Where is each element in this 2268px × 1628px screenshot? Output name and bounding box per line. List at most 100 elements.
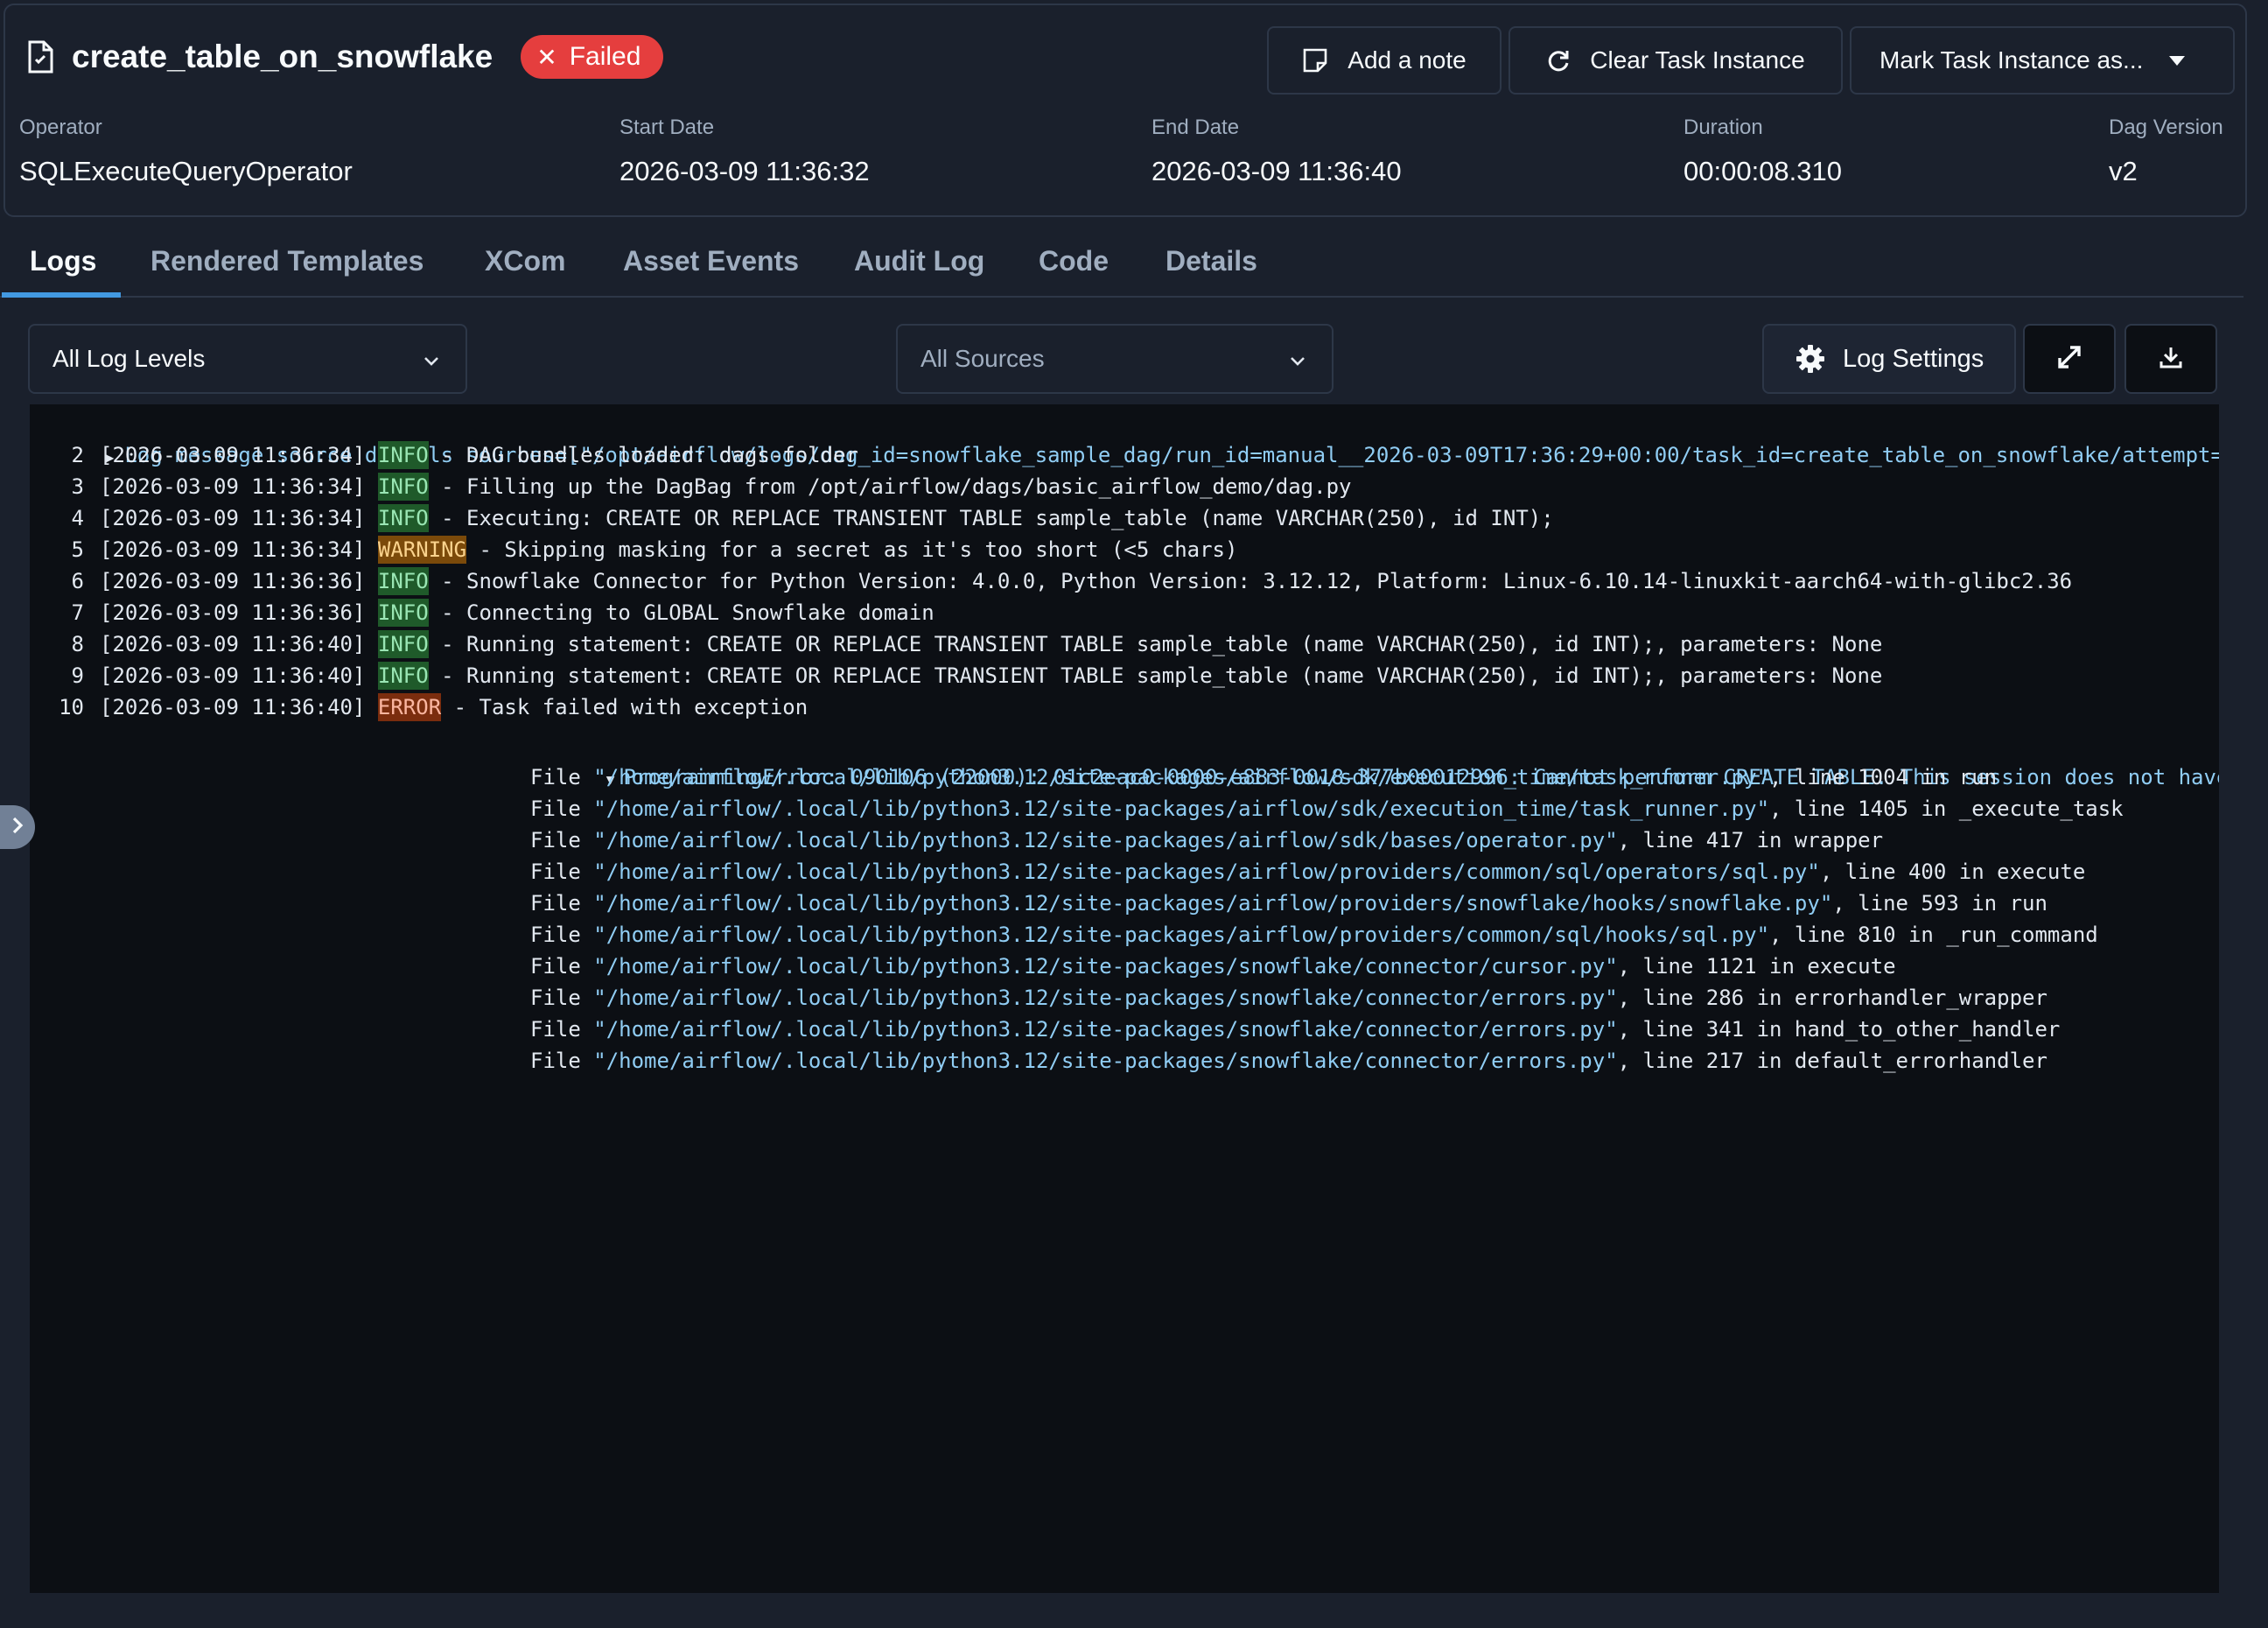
tab-xcom[interactable]: XCom xyxy=(485,245,565,277)
chevron-down-icon xyxy=(1288,348,1307,376)
tab-code[interactable]: Code xyxy=(1039,245,1109,277)
status-label: Failed xyxy=(569,42,641,71)
traceback-path: "/home/airflow/.local/lib/python3.12/sit… xyxy=(593,828,1618,853)
log-source-details[interactable]: ▶ Log message source details sources=["/o… xyxy=(30,408,2219,467)
file-icon xyxy=(26,39,54,74)
traceback-location: , line 810 in _run_command xyxy=(1769,923,2098,947)
log-message: - Filling up the DagBag from /opt/airflo… xyxy=(428,474,1352,499)
file-keyword: File xyxy=(530,923,594,947)
traceback-frame: File "/home/airflow/.local/lib/python3.1… xyxy=(530,888,2048,919)
log-level-value: All Log Levels xyxy=(52,345,206,372)
add-note-label: Add a note xyxy=(1348,46,1466,74)
log-source-select[interactable]: All Sources xyxy=(896,324,1334,394)
mark-task-instance-dropdown[interactable]: Mark Task Instance as... xyxy=(1850,26,2235,95)
traceback-location: , line 286 in errorhandler_wrapper xyxy=(1617,986,2048,1010)
traceback-path: "/home/airflow/.local/lib/python3.12/sit… xyxy=(593,1049,1618,1073)
log-line: 8 [2026-03-09 11:36:40] INFO - Running st… xyxy=(30,628,1882,660)
file-keyword: File xyxy=(530,765,594,789)
file-keyword: File xyxy=(530,954,594,979)
line-number: 6 xyxy=(71,569,84,593)
traceback-path: "/home/airflow/.local/lib/python3.12/sit… xyxy=(593,765,1770,789)
log-timestamp: [2026-03-09 11:36:40] xyxy=(100,695,366,719)
log-timestamp: [2026-03-09 11:36:40] xyxy=(100,663,366,688)
traceback-location: , line 341 in hand_to_other_handler xyxy=(1617,1017,2061,1042)
expand-icon xyxy=(2055,343,2083,375)
log-line: 3 [2026-03-09 11:36:34] INFO - Filling up… xyxy=(30,471,1351,502)
line-number: 5 xyxy=(71,537,84,562)
task-instance-page: create_table_on_snowflake ✕ Failed Add a… xyxy=(0,0,2268,1628)
log-timestamp: [2026-03-09 11:36:34] xyxy=(100,474,366,499)
log-viewer: ▶ Log message source details sources=["/o… xyxy=(30,404,2219,1593)
end-date-value: 2026-03-09 11:36:40 xyxy=(1152,156,1402,186)
log-level-badge: INFO xyxy=(377,504,429,532)
duration-label: Duration xyxy=(1684,116,1763,139)
close-icon: ✕ xyxy=(536,43,557,71)
traceback-location: , line 593 in run xyxy=(1832,891,2048,916)
clear-task-instance-button[interactable]: Clear Task Instance xyxy=(1508,26,1843,95)
traceback-path: "/home/airflow/.local/lib/python3.12/sit… xyxy=(593,986,1618,1010)
traceback-frame: File "/home/airflow/.local/lib/python3.1… xyxy=(530,982,2048,1014)
log-level-badge: INFO xyxy=(377,599,429,627)
task-header-card: create_table_on_snowflake ✕ Failed Add a… xyxy=(4,4,2247,217)
log-timestamp: [2026-03-09 11:36:36] xyxy=(100,569,366,593)
traceback-path: "/home/airflow/.local/lib/python3.12/sit… xyxy=(593,860,1820,884)
log-settings-button[interactable]: Log Settings xyxy=(1762,324,2016,394)
add-note-button[interactable]: Add a note xyxy=(1267,26,1502,95)
traceback-toggle[interactable]: ▼ ProgrammingError: 090106 (22000): 01c2e… xyxy=(530,730,2219,789)
log-level-badge: INFO xyxy=(377,473,429,501)
traceback-path: "/home/airflow/.local/lib/python3.12/sit… xyxy=(593,954,1618,979)
log-timestamp: [2026-03-09 11:36:34] xyxy=(100,537,366,562)
line-number: 2 xyxy=(71,443,84,467)
file-keyword: File xyxy=(530,891,594,916)
start-date-label: Start Date xyxy=(620,116,715,139)
traceback-frame: File "/home/airflow/.local/lib/python3.1… xyxy=(530,1014,2060,1045)
download-icon xyxy=(2159,345,2183,374)
gear-icon xyxy=(1796,344,1825,374)
log-level-badge: WARNING xyxy=(377,536,467,564)
download-button[interactable] xyxy=(2124,324,2217,394)
line-number: 7 xyxy=(71,600,84,625)
traceback-path: "/home/airflow/.local/lib/python3.12/sit… xyxy=(593,891,1833,916)
traceback-location: , line 1405 in _execute_task xyxy=(1769,796,2124,821)
note-icon xyxy=(1302,47,1328,74)
duration-value: 00:00:08.310 xyxy=(1684,156,1843,186)
task-title: create_table_on_snowflake xyxy=(72,39,494,74)
log-line: 6 [2026-03-09 11:36:36] INFO - Snowflake … xyxy=(30,565,2072,597)
log-message: - Connecting to GLOBAL Snowflake domain xyxy=(428,600,934,625)
log-level-badge: INFO xyxy=(377,630,429,658)
line-number: 4 xyxy=(71,506,84,530)
traceback-frame: File "/home/airflow/.local/lib/python3.1… xyxy=(530,856,2085,888)
log-timestamp: [2026-03-09 11:36:36] xyxy=(100,600,366,625)
tab-asset-events[interactable]: Asset Events xyxy=(623,245,799,277)
log-timestamp: [2026-03-09 11:36:34] xyxy=(100,506,366,530)
log-message: - Running statement: CREATE OR REPLACE T… xyxy=(428,632,1883,656)
end-date-label: End Date xyxy=(1152,116,1240,139)
log-timestamp: [2026-03-09 11:36:34] xyxy=(100,443,366,467)
log-level-badge: INFO xyxy=(377,662,429,690)
log-line: 10 [2026-03-09 11:36:40] ERROR - Task fai… xyxy=(30,691,808,723)
traceback-frame: File "/home/airflow/.local/lib/python3.1… xyxy=(530,761,1997,793)
operator-value: SQLExecuteQueryOperator xyxy=(19,156,353,186)
file-keyword: File xyxy=(530,1017,594,1042)
log-message: - Task failed with exception xyxy=(441,695,808,719)
operator-label: Operator xyxy=(19,116,102,139)
expand-button[interactable] xyxy=(2023,324,2116,394)
log-line: 2 [2026-03-09 11:36:34] INFO - DAG bundle… xyxy=(30,439,858,471)
task-tabs: Logs Rendered Templates XCom Asset Event… xyxy=(0,235,2244,298)
chevron-down-icon xyxy=(422,348,441,376)
dag-version-value: v2 xyxy=(2109,156,2138,186)
traceback-location: , line 1121 in execute xyxy=(1617,954,1896,979)
traceback-location: , line 417 in wrapper xyxy=(1617,828,1884,853)
traceback-path: "/home/airflow/.local/lib/python3.12/sit… xyxy=(593,1017,1618,1042)
traceback-location: , line 400 in execute xyxy=(1819,860,2086,884)
tab-logs[interactable]: Logs xyxy=(30,245,96,277)
tab-rendered-templates[interactable]: Rendered Templates xyxy=(150,245,424,277)
tab-details[interactable]: Details xyxy=(1166,245,1257,277)
log-message: - Running statement: CREATE OR REPLACE T… xyxy=(428,663,1883,688)
traceback-location: , line 1004 in run xyxy=(1769,765,1998,789)
file-keyword: File xyxy=(530,860,594,884)
log-message: - DAG bundles loaded: dags-folder xyxy=(428,443,858,467)
tab-audit-log[interactable]: Audit Log xyxy=(854,245,984,277)
log-timestamp: [2026-03-09 11:36:40] xyxy=(100,632,366,656)
log-level-select[interactable]: All Log Levels xyxy=(28,324,467,394)
